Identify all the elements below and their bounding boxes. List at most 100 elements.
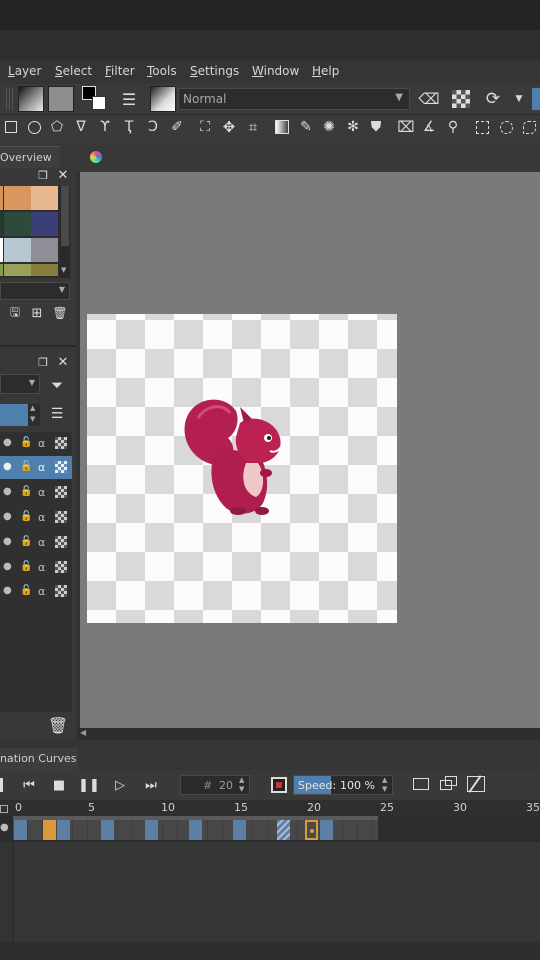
layer-row[interactable]: ● 🔓 α: [0, 432, 72, 455]
alpha-icon[interactable]: α: [38, 437, 50, 450]
trash-icon[interactable]: 🗑: [48, 715, 68, 735]
menu-tools[interactable]: Tools: [147, 64, 177, 78]
lock-icon[interactable]: 🔓: [20, 561, 32, 573]
menu-settings[interactable]: Settings: [190, 64, 239, 78]
palette-select[interactable]: ▼: [0, 282, 70, 300]
fill-tool-icon[interactable]: ⛊: [367, 118, 385, 136]
keyframe[interactable]: [101, 820, 114, 840]
keyframe-selected[interactable]: [43, 820, 56, 840]
opacity-spin[interactable]: ▲ ▼: [28, 404, 40, 426]
save-palette-icon[interactable]: 🖫: [8, 305, 22, 320]
gradient-tool-icon[interactable]: [275, 120, 289, 134]
inherit-alpha-icon[interactable]: [55, 486, 67, 498]
color-picker-icon[interactable]: ✎: [297, 118, 315, 136]
float-docker-icon[interactable]: ❐: [36, 168, 50, 182]
reference-tool-icon[interactable]: ⌧: [397, 118, 415, 136]
alpha-icon[interactable]: α: [38, 511, 50, 524]
layer-menu-icon[interactable]: ☰: [48, 405, 66, 423]
speed-field[interactable]: Speed: 100 % ▲ ▼: [293, 775, 393, 795]
polygon-select-icon[interactable]: [520, 118, 538, 136]
palette-swatch[interactable]: [0, 238, 3, 262]
menu-filter[interactable]: Filter: [105, 64, 135, 78]
alpha-icon[interactable]: α: [38, 486, 50, 499]
palette-swatch[interactable]: [31, 264, 58, 276]
frame-number-field[interactable]: # 20 ▲ ▼: [180, 775, 250, 795]
palette-swatch[interactable]: [4, 238, 31, 262]
lock-icon[interactable]: 🔓: [20, 486, 32, 498]
layer-row[interactable]: ● 🔓 α: [0, 481, 72, 504]
gradient-swatch[interactable]: [18, 86, 44, 112]
palette-swatch[interactable]: [4, 212, 31, 236]
keyframe-hatched[interactable]: [277, 820, 290, 840]
last-frame-icon[interactable]: ⏭: [142, 776, 160, 794]
polygon-tool-icon[interactable]: ⬠: [48, 118, 66, 136]
inherit-alpha-icon[interactable]: [55, 561, 67, 573]
smart-patch-icon[interactable]: ✺: [320, 118, 338, 136]
ellipse-select-icon[interactable]: [497, 118, 515, 136]
transform-tool-icon[interactable]: ⛶: [196, 118, 214, 136]
current-frame-cell[interactable]: [305, 820, 318, 840]
palette-swatch[interactable]: [4, 186, 31, 210]
alpha-icon[interactable]: α: [38, 461, 50, 474]
grid-view-icon[interactable]: ⊞: [30, 306, 44, 321]
menu-layer[interactable]: Layer: [8, 64, 41, 78]
visibility-icon[interactable]: ●: [3, 561, 15, 573]
bezier-tool-icon[interactable]: ϒ: [96, 118, 114, 136]
rect-select-icon[interactable]: [473, 118, 491, 136]
palette-scrollbar[interactable]: ▼: [60, 186, 70, 278]
measure-tool-icon[interactable]: ∡: [420, 118, 438, 136]
lock-icon[interactable]: 🔓: [20, 461, 32, 473]
layer-row[interactable]: ● 🔓 α: [0, 580, 72, 603]
ellipse-tool-icon[interactable]: [25, 118, 43, 136]
fg-bg-color-icon[interactable]: [82, 86, 108, 112]
layer-row[interactable]: ● 🔓 α: [0, 531, 72, 554]
animation-curves-tab[interactable]: nation Curves: [0, 748, 78, 770]
drop-frames-icon[interactable]: [271, 777, 287, 793]
dynamic-brush-icon[interactable]: Ͻ: [144, 118, 162, 136]
document-tab-icon[interactable]: [90, 151, 102, 163]
pause-icon[interactable]: ❚❚: [78, 776, 100, 794]
polyline-tool-icon[interactable]: ᐁ: [72, 118, 90, 136]
brush-settings-icon[interactable]: ☰: [118, 88, 140, 110]
inherit-alpha-icon[interactable]: [55, 536, 67, 548]
lock-icon[interactable]: 🔓: [20, 585, 32, 597]
layer-row[interactable]: ● 🔓 α: [0, 556, 72, 579]
keyframe[interactable]: [233, 820, 246, 840]
inherit-alpha-icon[interactable]: [55, 437, 67, 449]
prev-keyframe-button[interactable]: [0, 778, 3, 792]
reload-icon[interactable]: ⟳: [482, 88, 504, 110]
freehand-path-icon[interactable]: Ҭ: [120, 118, 138, 136]
trash-icon[interactable]: 🗑: [52, 306, 67, 320]
palette-swatch[interactable]: [0, 186, 3, 210]
keyframe[interactable]: [189, 820, 202, 840]
inherit-alpha-icon[interactable]: [55, 461, 67, 473]
inherit-alpha-icon[interactable]: [55, 585, 67, 597]
keyframe[interactable]: [14, 820, 27, 840]
palette-swatch[interactable]: [0, 264, 3, 276]
menu-select[interactable]: Select: [55, 64, 92, 78]
layer-row[interactable]: ● 🔓 α: [0, 506, 72, 529]
blend-mode-select[interactable]: Normal ▼: [178, 88, 410, 110]
inherit-alpha-icon[interactable]: [55, 511, 67, 523]
layers-view-icon[interactable]: [440, 776, 458, 792]
stop-icon[interactable]: ■: [50, 776, 68, 794]
palette-swatch[interactable]: [4, 264, 31, 276]
rectangle-tool-icon[interactable]: [2, 118, 20, 136]
move-tool-icon[interactable]: ✥: [220, 118, 238, 136]
prev-frame-icon[interactable]: ⏮: [20, 776, 38, 794]
alpha-icon[interactable]: α: [38, 585, 50, 598]
float-docker-icon[interactable]: ❐: [36, 355, 50, 369]
alpha-icon[interactable]: α: [38, 561, 50, 574]
crop-tool-icon[interactable]: ⌗: [244, 118, 262, 136]
palette-swatch[interactable]: [31, 238, 58, 262]
close-icon[interactable]: ✕: [56, 355, 70, 370]
track-header-lamp-icon[interactable]: ●: [0, 822, 12, 836]
toolbar-overflow[interactable]: [532, 88, 540, 110]
visibility-icon[interactable]: ●: [3, 437, 15, 449]
chevron-down-icon[interactable]: ▼: [512, 88, 526, 110]
alpha-icon[interactable]: α: [38, 536, 50, 549]
visibility-icon[interactable]: ●: [3, 486, 15, 498]
palette-swatch[interactable]: [31, 212, 58, 236]
lock-icon[interactable]: 🔓: [20, 437, 32, 449]
multibrush-icon[interactable]: ✐: [168, 118, 186, 136]
